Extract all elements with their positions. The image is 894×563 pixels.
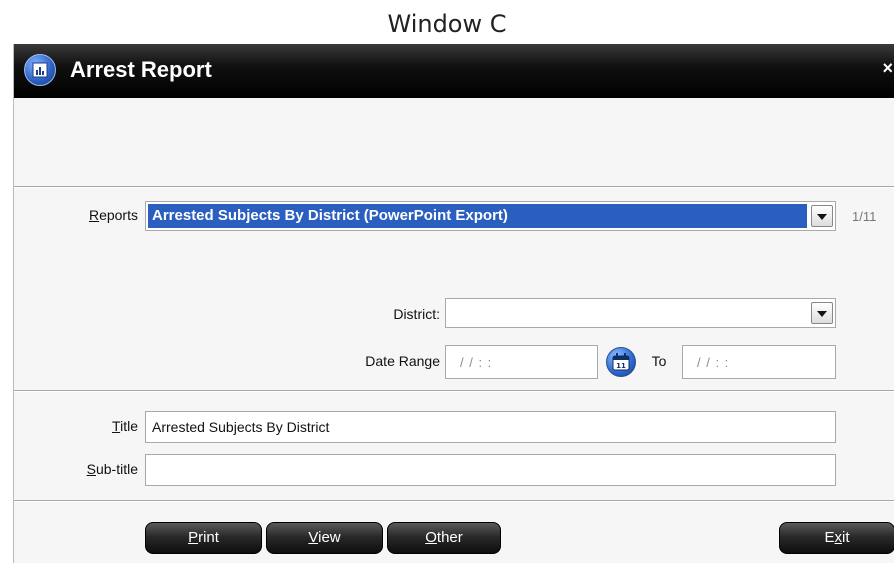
title-label: Title — [112, 418, 138, 434]
report-page-count: 1/11 — [852, 209, 877, 224]
separator-middle — [14, 390, 894, 392]
subtitle-input[interactable] — [145, 454, 836, 486]
chevron-down-icon[interactable] — [811, 205, 833, 227]
title-input[interactable]: Arrested Subjects By District — [145, 411, 836, 443]
reports-label: Reports — [88, 207, 138, 223]
district-label: District: — [393, 306, 440, 322]
window-caption: Window C — [387, 10, 507, 38]
arrest-report-window: Arrest Report × Reports Arrested Subject… — [13, 44, 894, 563]
report-icon — [24, 54, 56, 86]
date-to-placeholder: / / : : — [697, 355, 730, 370]
district-select[interactable] — [445, 298, 836, 328]
svg-text:11: 11 — [616, 362, 626, 370]
print-button[interactable]: Print — [145, 522, 262, 554]
date-from-placeholder: / / : : — [460, 355, 493, 370]
date-to-label: To — [651, 353, 667, 369]
window-title: Arrest Report — [70, 57, 212, 82]
reports-selected-value: Arrested Subjects By District (PowerPoin… — [148, 204, 807, 228]
date-range-from-input[interactable]: / / : : — [445, 345, 598, 379]
date-range-to-input[interactable]: / / : : — [682, 345, 836, 379]
reports-select[interactable]: Arrested Subjects By District (PowerPoin… — [145, 201, 836, 231]
exit-button[interactable]: Exit — [779, 522, 894, 554]
close-icon[interactable]: × — [882, 58, 893, 79]
calendar-icon[interactable]: 11 — [606, 347, 636, 377]
view-button[interactable]: View — [266, 522, 383, 554]
chevron-down-icon[interactable] — [811, 302, 833, 324]
separator-bottom — [14, 500, 894, 502]
date-range-label: Date Range — [365, 353, 440, 369]
subtitle-label: Sub-title — [86, 461, 138, 477]
other-button[interactable]: Other — [387, 522, 501, 554]
separator-top — [14, 186, 894, 188]
title-bar: Arrest Report × — [14, 44, 894, 98]
